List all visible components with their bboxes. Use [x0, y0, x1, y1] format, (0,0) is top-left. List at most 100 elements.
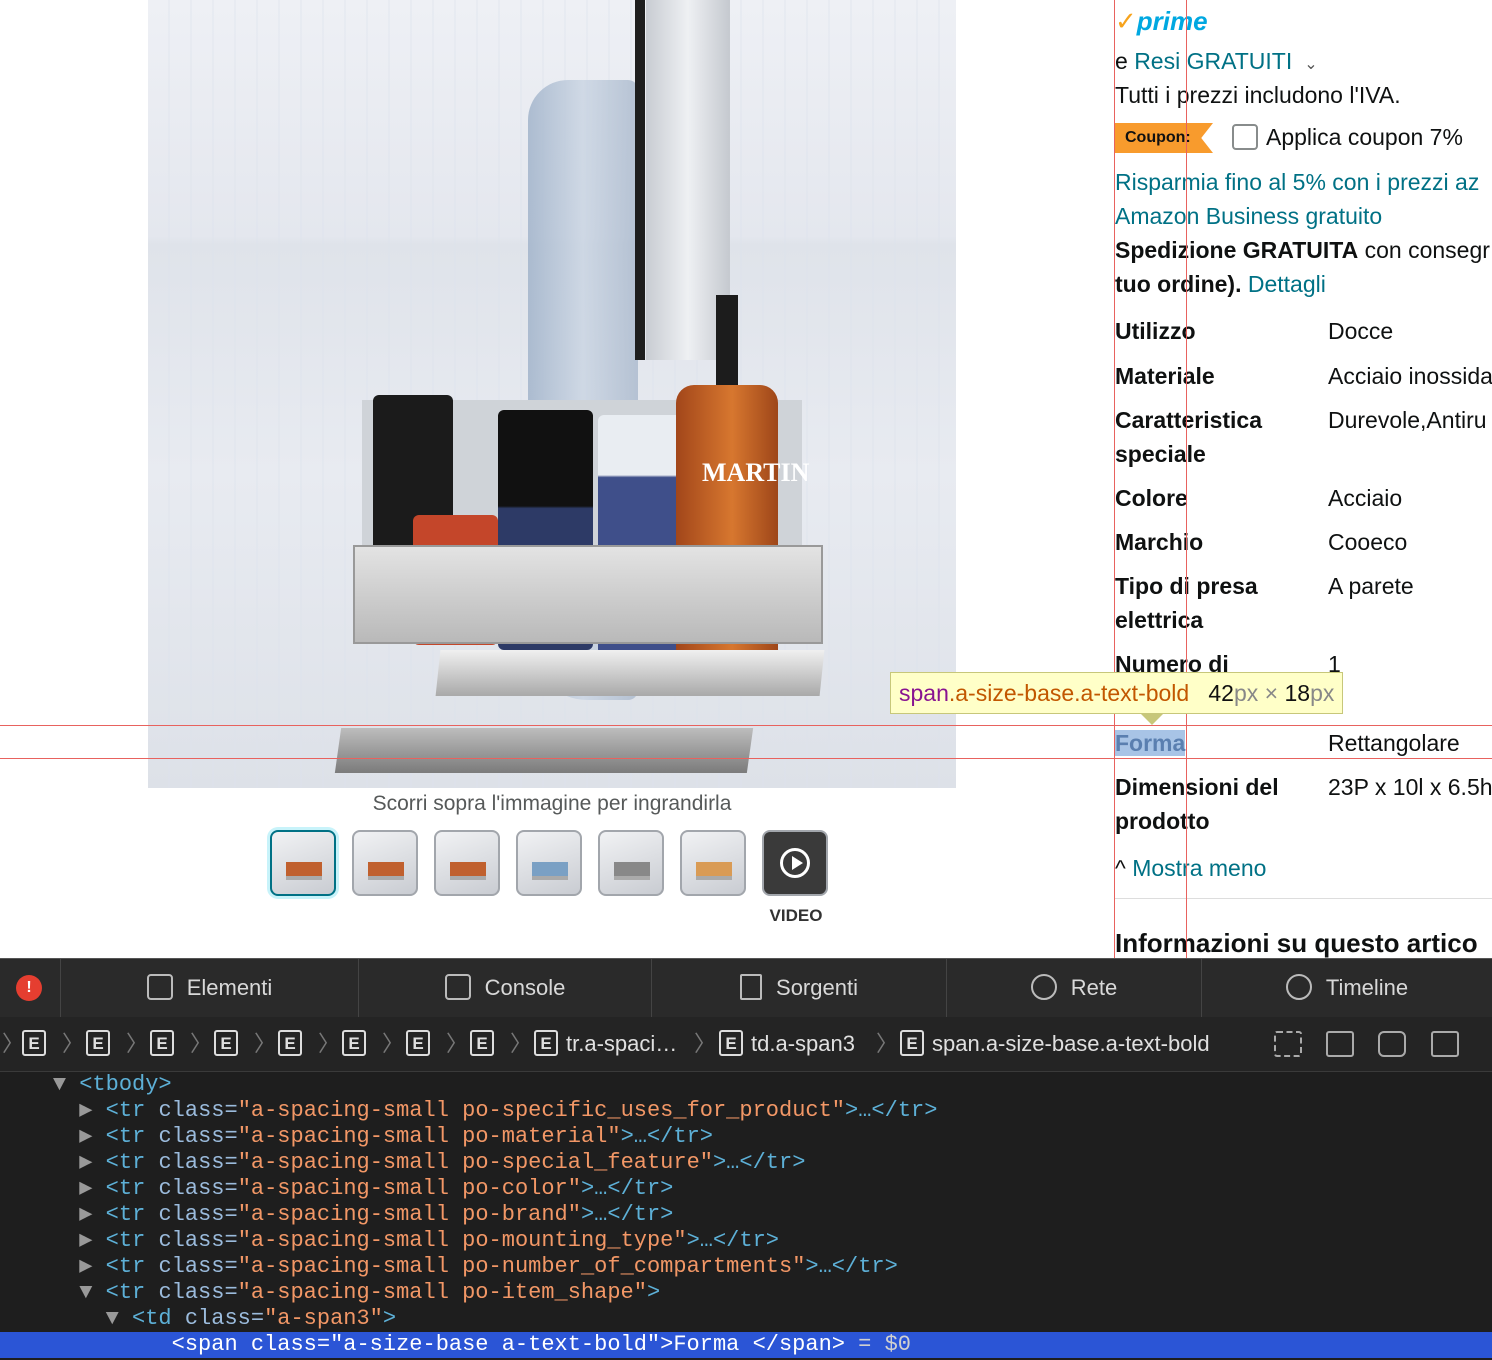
breadcrumb: 〉 E 〉 E 〉 E 〉 E 〉 E 〉 E 〉 E 〉 E 〉 Etr.a-…: [0, 1017, 1492, 1072]
thumbnail-1[interactable]: [270, 830, 336, 896]
dom-node[interactable]: ▼ <tr class="a-spacing-small po-item_sha…: [0, 1280, 1492, 1306]
details-link[interactable]: Dettagli: [1248, 271, 1326, 297]
tab-label: Rete: [1070, 975, 1118, 1000]
breadcrumb-item[interactable]: E: [342, 1017, 374, 1071]
breadcrumb-item[interactable]: E: [86, 1017, 118, 1071]
dom-node[interactable]: ▼ <tbody>: [0, 1072, 1492, 1098]
coupon-checkbox[interactable]: [1232, 124, 1258, 150]
node-attr: class=: [158, 1098, 238, 1123]
spec-value: Acciaio: [1328, 485, 1403, 511]
node-tag: <tr: [105, 1254, 159, 1279]
returns-link[interactable]: Resi GRATUITI: [1134, 48, 1292, 74]
node-tag-close: >…</tr>: [686, 1228, 779, 1253]
mount-pole: [635, 0, 645, 360]
thumbnail-4[interactable]: [516, 830, 582, 896]
dom-node[interactable]: ▶ <tr class="a-spacing-small po-color">……: [0, 1176, 1492, 1202]
thumbnail-video[interactable]: [762, 830, 828, 896]
returns-line: e Resi GRATUITI ⌄: [1115, 44, 1318, 82]
shipping-line: Spedizione GRATUITA con consegr: [1115, 233, 1490, 267]
dom-node[interactable]: ▶ <tr class="a-spacing-small po-specific…: [0, 1098, 1492, 1124]
disclosure-triangle-icon[interactable]: ▼: [106, 1306, 119, 1331]
print-icon[interactable]: [1326, 1031, 1354, 1057]
node-tag-close: >: [382, 1306, 397, 1331]
disclosure-triangle-icon[interactable]: ▶: [79, 1176, 92, 1201]
thumbnail-6[interactable]: [680, 830, 746, 896]
node-attr-value: "a-spacing-small po-brand": [237, 1202, 581, 1227]
node-attr: class=: [184, 1306, 265, 1331]
tab-console[interactable]: Console: [358, 959, 651, 1017]
breadcrumb-separator: 〉: [2, 1031, 25, 1056]
breadcrumb-item[interactable]: E: [406, 1017, 438, 1071]
business-link-line2[interactable]: Amazon Business gratuito: [1115, 199, 1382, 233]
business-link-line1[interactable]: Risparmia fino al 5% con i prezzi az: [1115, 165, 1479, 199]
dom-node[interactable]: ▶ <tr class="a-spacing-small po-mounting…: [0, 1228, 1492, 1254]
node-tag: <tr: [105, 1150, 159, 1175]
window-icon[interactable]: [1378, 1031, 1406, 1057]
tab-sources[interactable]: Sorgenti: [651, 959, 946, 1017]
node-tag: <tbody>: [79, 1072, 172, 1097]
breadcrumb-item[interactable]: E: [214, 1017, 246, 1071]
node-tag-close: >…</tr>: [620, 1124, 713, 1149]
spec-label: Caratteristica speciale: [1115, 407, 1263, 467]
main-product-image[interactable]: MARTIN MARTIN: [148, 0, 956, 788]
breadcrumb-item[interactable]: E: [22, 1017, 54, 1071]
show-less-link[interactable]: ^ Mostra meno: [1115, 851, 1266, 885]
thumbnail-2[interactable]: [352, 830, 418, 896]
disclosure-triangle-icon[interactable]: ▶: [79, 1254, 92, 1279]
dom-node[interactable]: ▶ <tr class="a-spacing-small po-special_…: [0, 1150, 1492, 1176]
check-icon: ✓: [1115, 6, 1137, 36]
breadcrumb-separator: 〉: [382, 1031, 405, 1056]
breadcrumb-item[interactable]: E: [278, 1017, 310, 1071]
breadcrumb-item-span[interactable]: Espan.a-size-base.a-text-bold: [900, 1017, 1210, 1071]
tab-timeline[interactable]: Timeline: [1201, 959, 1492, 1017]
shipping-rest: con consegr: [1358, 237, 1490, 263]
disclosure-triangle-icon[interactable]: ▶: [79, 1150, 92, 1175]
spec-value: Cooeco: [1328, 529, 1408, 555]
disclosure-triangle-icon[interactable]: ▶: [79, 1124, 92, 1149]
tooltip-unit: px: [1310, 680, 1335, 706]
coupon-label[interactable]: Applica coupon 7%: [1266, 120, 1463, 154]
shelf: [435, 650, 825, 696]
breadcrumb-separator: 〉: [126, 1031, 149, 1056]
spec-label: Materiale: [1115, 363, 1215, 389]
dom-node[interactable]: ▶ <tr class="a-spacing-small po-brand">……: [0, 1202, 1492, 1228]
layout-icon[interactable]: [1274, 1031, 1302, 1057]
spec-label: Dimensioni del prodotto: [1115, 774, 1279, 834]
element-badge-icon: E: [406, 1030, 430, 1056]
dom-tree[interactable]: ▼ <tbody> ▶ <tr class="a-spacing-small p…: [0, 1072, 1492, 1360]
thumbnail-5[interactable]: [598, 830, 664, 896]
squeegee: [334, 728, 754, 773]
breadcrumb-item-td[interactable]: Etd.a-span3: [719, 1017, 855, 1071]
disclosure-triangle-icon[interactable]: ▼: [53, 1072, 66, 1097]
disclosure-triangle-icon[interactable]: ▶: [79, 1202, 92, 1227]
grid-icon[interactable]: [1431, 1031, 1459, 1057]
tab-network[interactable]: Rete: [946, 959, 1201, 1017]
dom-node[interactable]: ▼ <td class="a-span3">: [0, 1306, 1492, 1332]
disclosure-triangle-icon[interactable]: ▼: [79, 1280, 92, 1305]
node-attr-value: "a-spacing-small po-item_shape": [237, 1280, 647, 1305]
thumbnail-3[interactable]: [434, 830, 500, 896]
disclosure-triangle-icon[interactable]: ▶: [79, 1228, 92, 1253]
breadcrumb-item[interactable]: E: [470, 1017, 502, 1071]
dom-node[interactable]: ▶ <tr class="a-spacing-small po-material…: [0, 1124, 1492, 1150]
node-attr-value: "a-spacing-small po-material": [237, 1124, 621, 1149]
section-heading: Informazioni su questo artico: [1115, 928, 1478, 958]
error-icon[interactable]: !: [16, 975, 42, 1001]
clock-icon: [1285, 974, 1312, 1000]
breadcrumb-item-tr[interactable]: Etr.a-spaci…: [534, 1017, 677, 1071]
shipping-line-2: tuo ordine). Dettagli: [1115, 267, 1326, 301]
tab-elements[interactable]: Elementi: [60, 959, 358, 1017]
node-tag-close: >…</tr>: [845, 1098, 938, 1123]
tooltip-tag: span: [899, 680, 949, 706]
breadcrumb-item[interactable]: E: [150, 1017, 182, 1071]
dom-node-selected[interactable]: <span class="a-size-base a-text-bold">Fo…: [0, 1332, 1492, 1358]
spec-value: Rettangolare: [1328, 730, 1460, 756]
dom-node[interactable]: ▶ <tr class="a-spacing-small po-number_o…: [0, 1254, 1492, 1280]
tooltip-times: ×: [1264, 680, 1279, 706]
inspector-tooltip: span.a-size-base.a-text-bold 42px × 18px: [890, 672, 1344, 714]
tab-label: Timeline: [1325, 975, 1409, 1000]
chevron-down-icon[interactable]: ⌄: [1304, 56, 1317, 73]
inspector-guide-line: [1186, 0, 1187, 958]
inspected-element-highlight: Forma: [1115, 730, 1186, 756]
disclosure-triangle-icon[interactable]: ▶: [79, 1098, 92, 1123]
